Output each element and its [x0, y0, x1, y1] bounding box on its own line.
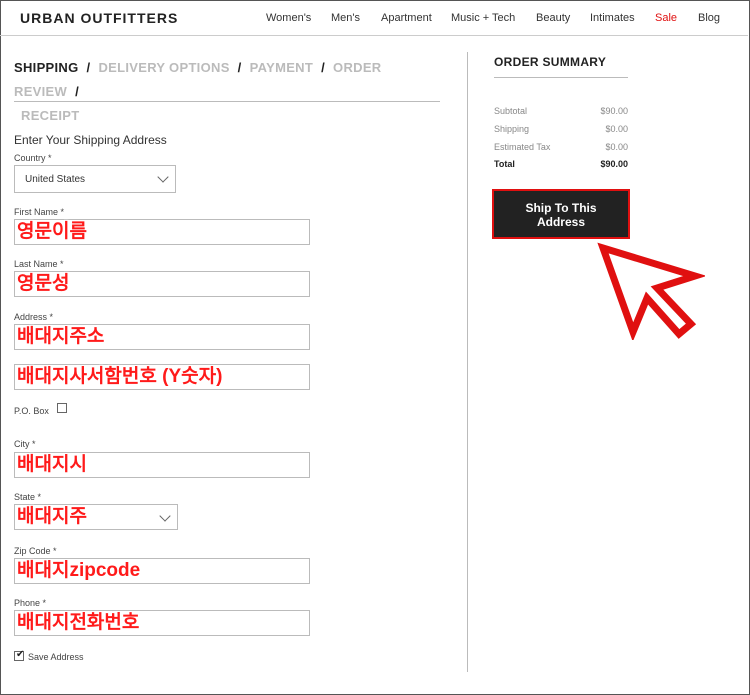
- state-label: State *: [14, 492, 42, 502]
- step-separator: /: [75, 84, 80, 99]
- shipping-value: $0.00: [605, 124, 628, 134]
- city-label: City *: [14, 439, 36, 449]
- pointer-arrow-icon: [597, 242, 705, 340]
- chevron-down-icon: [157, 171, 169, 183]
- header-divider: [0, 35, 748, 36]
- nav-item-blog[interactable]: Blog: [698, 12, 720, 24]
- total-label: Total: [494, 159, 515, 169]
- first-name-label: First Name *: [14, 207, 65, 217]
- chevron-down-icon: [159, 510, 171, 522]
- address2-field[interactable]: 배대지사서함번호 (Y숫자): [14, 364, 310, 390]
- shipping-label: Shipping: [494, 124, 530, 134]
- nav-item-men[interactable]: Men's: [331, 12, 360, 24]
- nav-item-music-tech[interactable]: Music + Tech: [451, 12, 515, 24]
- ship-button-label: Ship To This Address: [525, 201, 597, 229]
- step-separator: /: [237, 60, 242, 75]
- site-logo[interactable]: URBAN OUTFITTERS: [20, 10, 178, 26]
- subtotal-row: Subtotal $90.00: [494, 106, 628, 116]
- tax-value: $0.00: [605, 142, 628, 152]
- step-separator: /: [86, 60, 91, 75]
- phone-field[interactable]: 배대지전화번호: [14, 610, 310, 636]
- total-value: $90.00: [600, 159, 628, 169]
- country-value: United States: [25, 174, 86, 185]
- order-summary-title: ORDER SUMMARY: [494, 55, 607, 69]
- po-box-checkbox[interactable]: [57, 403, 67, 413]
- step-shipping: SHIPPING: [14, 60, 79, 75]
- subtotal-value: $90.00: [600, 106, 628, 116]
- zip-label: Zip Code *: [14, 546, 57, 556]
- last-name-annotation: 영문성: [17, 273, 70, 294]
- last-name-field[interactable]: 영문성: [14, 271, 310, 297]
- nav-item-sale[interactable]: Sale: [655, 12, 677, 24]
- country-label: Country *: [14, 153, 52, 163]
- step-separator: /: [321, 60, 326, 75]
- phone-annotation: 배대지전화번호: [17, 612, 140, 633]
- ship-to-address-button[interactable]: Ship To This Address: [492, 189, 630, 239]
- country-select[interactable]: United States: [14, 165, 176, 193]
- state-annotation: 배대지주: [17, 506, 87, 527]
- address-annotation: 배대지주소: [17, 326, 105, 347]
- step-receipt: RECEIPT: [21, 108, 80, 123]
- step-payment: PAYMENT: [249, 60, 314, 75]
- checkmark-icon: ✔: [16, 649, 25, 660]
- first-name-field[interactable]: 영문이름: [14, 219, 310, 245]
- nav-item-beauty[interactable]: Beauty: [536, 12, 570, 24]
- po-box-label: P.O. Box: [14, 406, 49, 416]
- zip-field[interactable]: 배대지zipcode: [14, 558, 310, 584]
- total-row: Total $90.00: [494, 159, 628, 169]
- save-address-checkbox[interactable]: ✔: [14, 649, 25, 661]
- tax-row: Estimated Tax $0.00: [494, 142, 628, 152]
- zip-annotation: 배대지zipcode: [17, 560, 141, 581]
- nav-item-apartment[interactable]: Apartment: [381, 12, 432, 24]
- summary-divider: [494, 77, 628, 78]
- subtotal-label: Subtotal: [494, 106, 528, 116]
- address2-annotation: 배대지사서함번호 (Y숫자): [17, 366, 223, 387]
- form-title: Enter Your Shipping Address: [14, 133, 167, 147]
- city-annotation: 배대지시: [17, 454, 87, 475]
- state-select[interactable]: 배대지주: [14, 504, 178, 530]
- city-field[interactable]: 배대지시: [14, 452, 310, 478]
- address-label: Address *: [14, 312, 54, 322]
- nav-item-intimates[interactable]: Intimates: [590, 12, 635, 24]
- shipping-row: Shipping $0.00: [494, 124, 628, 134]
- nav-item-women[interactable]: Women's: [266, 12, 311, 24]
- save-address-label: Save Address: [28, 652, 84, 662]
- last-name-label: Last Name *: [14, 259, 64, 269]
- column-divider: [467, 52, 468, 672]
- step-delivery-options: DELIVERY OPTIONS: [98, 60, 230, 75]
- steps-divider: [14, 101, 440, 102]
- tax-label: Estimated Tax: [494, 142, 551, 152]
- checkout-steps: SHIPPING / DELIVERY OPTIONS / PAYMENT / ORDER …: [14, 56, 440, 128]
- first-name-annotation: 영문이름: [17, 221, 87, 242]
- phone-label: Phone *: [14, 598, 47, 608]
- address-field[interactable]: 배대지주소: [14, 324, 310, 350]
